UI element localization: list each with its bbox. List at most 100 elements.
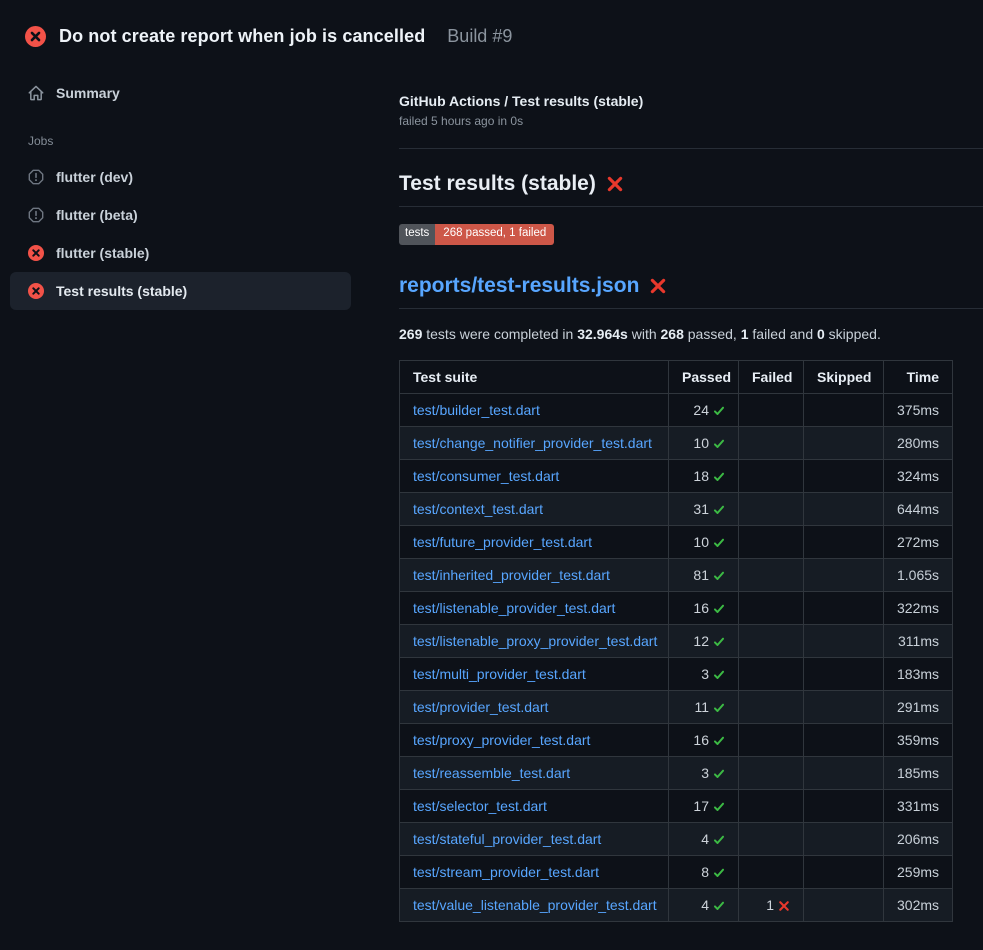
failed-cell (739, 525, 804, 558)
skipped-cell (804, 393, 884, 426)
suite-link[interactable]: test/builder_test.dart (413, 402, 540, 418)
sidebar-item-job-2[interactable]: flutter (stable) (10, 234, 351, 272)
suite-link[interactable]: test/listenable_provider_test.dart (413, 600, 615, 616)
suite-link[interactable]: test/change_notifier_provider_test.dart (413, 435, 652, 451)
suite-link[interactable]: test/proxy_provider_test.dart (413, 732, 590, 748)
run-meta: failed 5 hours ago in 0s (399, 114, 983, 128)
suite-link[interactable]: test/provider_test.dart (413, 699, 548, 715)
passed-cell: 10 (669, 426, 739, 459)
passed-cell: 11 (669, 690, 739, 723)
run-header: Do not create report when job is cancell… (0, 0, 983, 56)
passed-cell: 12 (669, 624, 739, 657)
check-icon (713, 669, 725, 681)
time-cell: 280ms (884, 426, 953, 459)
suite-link[interactable]: test/selector_test.dart (413, 798, 547, 814)
check-icon (713, 438, 725, 450)
time-cell: 302ms (884, 888, 953, 921)
table-row: test/reassemble_test.dart3185ms (400, 756, 953, 789)
check-icon (713, 768, 725, 780)
failed-x-icon (606, 175, 624, 193)
sidebar-item-job-0[interactable]: flutter (dev) (10, 158, 351, 196)
failed-cell (739, 558, 804, 591)
failed-cell (739, 459, 804, 492)
skipped-cell (804, 822, 884, 855)
passed-cell: 8 (669, 855, 739, 888)
table-row: test/context_test.dart31644ms (400, 492, 953, 525)
suite-link[interactable]: test/future_provider_test.dart (413, 534, 592, 550)
failed-x-icon (649, 277, 667, 295)
skipped-cell (804, 789, 884, 822)
suite-link[interactable]: test/stream_provider_test.dart (413, 864, 599, 880)
skipped-cell (804, 756, 884, 789)
suite-link[interactable]: test/consumer_test.dart (413, 468, 559, 484)
failed-cell: 1 (739, 888, 804, 921)
skipped-cell (804, 723, 884, 756)
failed-cell (739, 822, 804, 855)
skipped-cell (804, 624, 884, 657)
tests-badge-value: 268 passed, 1 failed (435, 224, 554, 245)
passed-cell: 4 (669, 888, 739, 921)
report-file-heading: reports/test-results.json (399, 274, 983, 309)
sidebar-item-summary[interactable]: Summary (10, 74, 351, 112)
time-cell: 291ms (884, 690, 953, 723)
time-cell: 644ms (884, 492, 953, 525)
summary-segment: 32.964s (577, 326, 628, 342)
passed-cell: 10 (669, 525, 739, 558)
x-circle-icon (28, 283, 44, 299)
time-cell: 375ms (884, 393, 953, 426)
failed-cell (739, 789, 804, 822)
failed-cell (739, 393, 804, 426)
failed-cell (739, 657, 804, 690)
sidebar-item-label: flutter (stable) (56, 245, 149, 261)
col-passed: Passed (669, 360, 739, 393)
section-title: Test results (stable) (399, 172, 983, 207)
summary-segment: 1 (741, 326, 749, 342)
table-row: test/change_notifier_provider_test.dart 1… (400, 426, 953, 459)
col-test-suite: Test suite (400, 360, 669, 393)
check-icon (713, 834, 725, 846)
table-row: test/provider_test.dart 11 291ms (400, 690, 953, 723)
suite-link[interactable]: test/inherited_provider_test.dart (413, 567, 610, 583)
failed-cell (739, 624, 804, 657)
passed-cell: 3 (669, 657, 739, 690)
check-icon (713, 405, 725, 417)
tests-badge: tests 268 passed, 1 failed (399, 224, 554, 245)
check-icon (713, 537, 725, 549)
sidebar: Summary Jobs flutter (dev)flutter (beta)… (0, 56, 399, 310)
section-title-text: Test results (stable) (399, 172, 596, 196)
suite-link[interactable]: test/reassemble_test.dart (413, 765, 570, 781)
breadcrumb: GitHub Actions / Test results (stable) (399, 93, 983, 109)
time-cell: 259ms (884, 855, 953, 888)
suite-link[interactable]: test/value_listenable_provider_test.dart (413, 897, 657, 913)
table-row: test/future_provider_test.dart10272ms (400, 525, 953, 558)
table-row: test/multi_provider_test.dart 3 183ms (400, 657, 953, 690)
table-row: test/builder_test.dart24375ms (400, 393, 953, 426)
suite-link[interactable]: test/multi_provider_test.dart (413, 666, 586, 682)
check-icon (713, 702, 725, 714)
passed-cell: 18 (669, 459, 739, 492)
sidebar-item-job-1[interactable]: flutter (beta) (10, 196, 351, 234)
suite-link[interactable]: test/listenable_proxy_provider_test.dart (413, 633, 657, 649)
failed-cell (739, 492, 804, 525)
suite-link[interactable]: test/context_test.dart (413, 501, 543, 517)
time-cell: 206ms (884, 822, 953, 855)
cross-icon (778, 900, 790, 912)
table-row: test/inherited_provider_test.dart811.065… (400, 558, 953, 591)
stop-icon (28, 207, 44, 223)
report-file-link[interactable]: reports/test-results.json (399, 274, 639, 298)
summary-segment: 0 (817, 326, 825, 342)
x-circle-icon (28, 245, 44, 261)
time-cell: 185ms (884, 756, 953, 789)
check-icon (713, 570, 725, 582)
summary-segment: with (628, 326, 661, 342)
passed-cell: 4 (669, 822, 739, 855)
passed-cell: 16 (669, 591, 739, 624)
suite-link[interactable]: test/stateful_provider_test.dart (413, 831, 601, 847)
stop-icon (28, 169, 44, 185)
time-cell: 183ms (884, 657, 953, 690)
sidebar-item-job-3[interactable]: Test results (stable) (10, 272, 351, 310)
col-failed: Failed (739, 360, 804, 393)
summary-segment: skipped. (825, 326, 881, 342)
home-icon (28, 85, 44, 101)
passed-cell: 16 (669, 723, 739, 756)
